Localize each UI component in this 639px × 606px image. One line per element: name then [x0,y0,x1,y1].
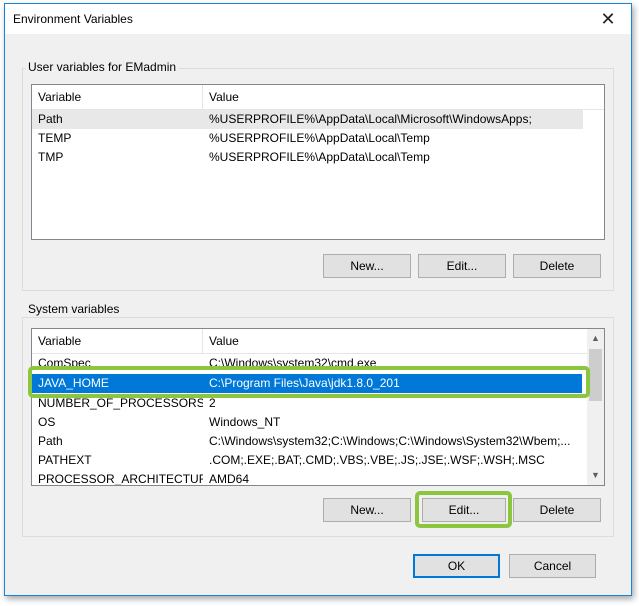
table-row[interactable]: OS Windows_NT [32,413,589,432]
system-variables-label: System variables [25,302,123,316]
user-new-button[interactable]: New... [323,254,411,278]
close-icon: ✕ [600,8,616,29]
value-cell: %USERPROFILE%\AppData\Local\Microsoft\Wi… [209,112,532,126]
value-cell: C:\Program Files\Java\jdk1.8.0_201 [209,376,400,390]
scroll-down-icon[interactable]: ▼ [587,467,604,484]
close-button[interactable]: ✕ [585,4,631,34]
value-cell: %USERPROFILE%\AppData\Local\Temp [209,150,430,164]
table-row[interactable]: Path C:\Windows\system32;C:\Windows;C:\W… [32,432,589,451]
table-row[interactable]: PROCESSOR_ARCHITECTURE AMD64 [32,470,589,486]
system-edit-button[interactable]: Edit... [422,498,506,522]
user-variables-label: User variables for EMadmin [25,60,180,74]
variable-cell: TEMP [38,131,72,145]
column-header-value[interactable]: Value [203,85,603,109]
value-cell: %USERPROFILE%\AppData\Local\Temp [209,131,430,145]
value-cell: 2 [209,396,216,410]
value-cell: .COM;.EXE;.BAT;.CMD;.VBS;.VBE;.JS;.JSE;.… [209,453,545,467]
value-cell: AMD64 [209,472,250,486]
list-header: Variable Value [32,85,604,110]
value-cell: C:\Windows\system32\cmd.exe [209,356,377,370]
window-title: Environment Variables [13,12,133,26]
column-header-variable[interactable]: Variable [32,329,202,353]
variable-cell: PATHEXT [38,453,92,467]
variable-cell: ComSpec [38,356,91,370]
variable-cell: JAVA_HOME [38,376,109,390]
variable-cell: PROCESSOR_ARCHITECTURE [38,472,203,486]
variable-cell: NUMBER_OF_PROCESSORS [38,396,203,410]
title-bar: Environment Variables ✕ [5,4,631,34]
scroll-thumb[interactable] [589,349,602,401]
environment-variables-dialog: Environment Variables ✕ User variables f… [4,3,632,596]
list-header: Variable Value [32,329,604,354]
table-row-selected[interactable]: JAVA_HOME C:\Program Files\Java\jdk1.8.0… [32,374,582,393]
scroll-up-icon[interactable]: ▲ [587,330,604,347]
user-delete-button[interactable]: Delete [513,254,601,278]
table-row[interactable]: Path %USERPROFILE%\AppData\Local\Microso… [32,110,583,129]
value-cell: Windows_NT [209,415,281,429]
column-header-value[interactable]: Value [203,329,583,353]
cancel-button[interactable]: Cancel [509,554,596,578]
system-delete-button[interactable]: Delete [513,498,601,522]
column-header-variable[interactable]: Variable [32,85,202,109]
table-row[interactable]: ComSpec C:\Windows\system32\cmd.exe [32,354,589,373]
table-row[interactable]: TMP %USERPROFILE%\AppData\Local\Temp [32,148,583,167]
ok-button[interactable]: OK [413,554,500,578]
table-row[interactable]: PATHEXT .COM;.EXE;.BAT;.CMD;.VBS;.VBE;.J… [32,451,589,470]
user-variables-list[interactable]: Variable Value Path %USERPROFILE%\AppDat… [31,84,605,240]
table-row[interactable]: TEMP %USERPROFILE%\AppData\Local\Temp [32,129,583,148]
variable-cell: OS [38,415,56,429]
value-cell: C:\Windows\system32;C:\Windows;C:\Window… [209,434,571,448]
vertical-scrollbar[interactable]: ▲ ▼ [587,329,604,485]
system-variables-list[interactable]: Variable Value ComSpec C:\Windows\system… [31,328,605,486]
user-edit-button[interactable]: Edit... [418,254,506,278]
variable-cell: Path [38,434,63,448]
variable-cell: TMP [38,150,64,164]
table-row[interactable]: NUMBER_OF_PROCESSORS 2 [32,394,589,413]
system-new-button[interactable]: New... [323,498,411,522]
variable-cell: Path [38,112,63,126]
